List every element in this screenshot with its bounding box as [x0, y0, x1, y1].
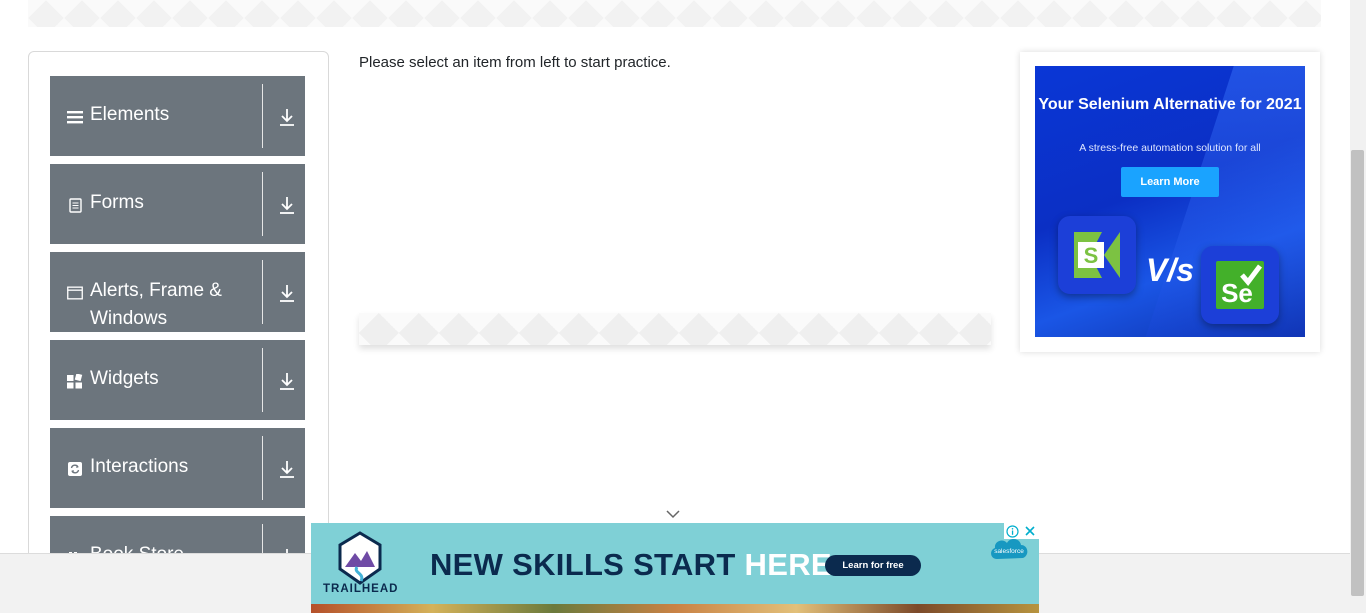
ad-info-icon[interactable] — [1004, 523, 1021, 539]
sidebar-group-label: Alerts, Frame & Windows — [90, 280, 222, 329]
trailhead-logo — [338, 531, 382, 585]
brand-name: TRAILHEAD — [323, 583, 399, 595]
side-ad[interactable]: Your Selenium Alternative for 2021 A str… — [1035, 66, 1305, 337]
sidebar-group-alerts[interactable]: Alerts, Frame & Windows — [50, 252, 305, 332]
katalon-letter: S — [1084, 243, 1099, 268]
divider — [262, 348, 263, 412]
sidebar-group-label: Elements — [90, 104, 170, 125]
download-icon[interactable] — [277, 194, 297, 216]
sidebar-group-label: Interactions — [90, 456, 189, 477]
grid-icon — [67, 373, 83, 389]
document-icon — [67, 197, 83, 213]
hamburger-icon — [67, 109, 83, 125]
sidebar-group-elements[interactable]: Elements — [50, 76, 305, 156]
learn-for-free-button[interactable]: Learn for free — [825, 555, 921, 576]
sidebar-group-label: Widgets — [90, 368, 159, 389]
download-icon[interactable] — [277, 282, 297, 304]
katalon-logo: S — [1058, 216, 1136, 294]
page: Elements Forms Alerts, Frame & Windows W… — [0, 0, 1366, 613]
salesforce-label: salesforce — [994, 548, 1024, 555]
divider — [262, 84, 263, 148]
ad-headline: NEW SKILLS START HERE. — [430, 547, 841, 583]
selenium-logo: Se — [1201, 246, 1279, 324]
ad-title: Your Selenium Alternative for 2021 — [1038, 96, 1302, 113]
divider — [262, 172, 263, 236]
sidebar-group-interactions[interactable]: Interactions — [50, 428, 305, 508]
scrollbar-thumb[interactable] — [1351, 150, 1364, 596]
top-banner — [28, 0, 1321, 27]
download-icon[interactable] — [277, 458, 297, 480]
sidebar-group-widgets[interactable]: Widgets — [50, 340, 305, 420]
headline-dark: NEW SKILLS START — [430, 547, 736, 582]
sidebar-group-forms[interactable]: Forms — [50, 164, 305, 244]
sidebar: Elements Forms Alerts, Frame & Windows W… — [28, 51, 329, 571]
divider — [262, 260, 263, 324]
download-icon[interactable] — [277, 370, 297, 392]
refresh-icon — [67, 461, 83, 477]
side-ad-frame: Your Selenium Alternative for 2021 A str… — [1020, 52, 1320, 352]
bottom-ad[interactable]: TRAILHEAD NEW SKILLS START HERE. Learn f… — [311, 523, 1039, 613]
divider — [262, 436, 263, 500]
ad-artwork — [311, 604, 1039, 613]
download-icon[interactable] — [277, 106, 297, 128]
sidebar-group-label: Forms — [90, 192, 144, 213]
window-icon — [67, 285, 83, 301]
vs-text: V/s — [1146, 252, 1195, 288]
instruction-text: Please select an item from left to start… — [359, 54, 671, 71]
chevron-down-icon[interactable] — [666, 509, 680, 519]
learn-more-button[interactable]: Learn More — [1121, 167, 1219, 197]
close-icon[interactable] — [1021, 523, 1039, 539]
mid-banner — [359, 313, 991, 345]
ad-subtitle: A stress-free automation solution for al… — [1079, 142, 1261, 154]
